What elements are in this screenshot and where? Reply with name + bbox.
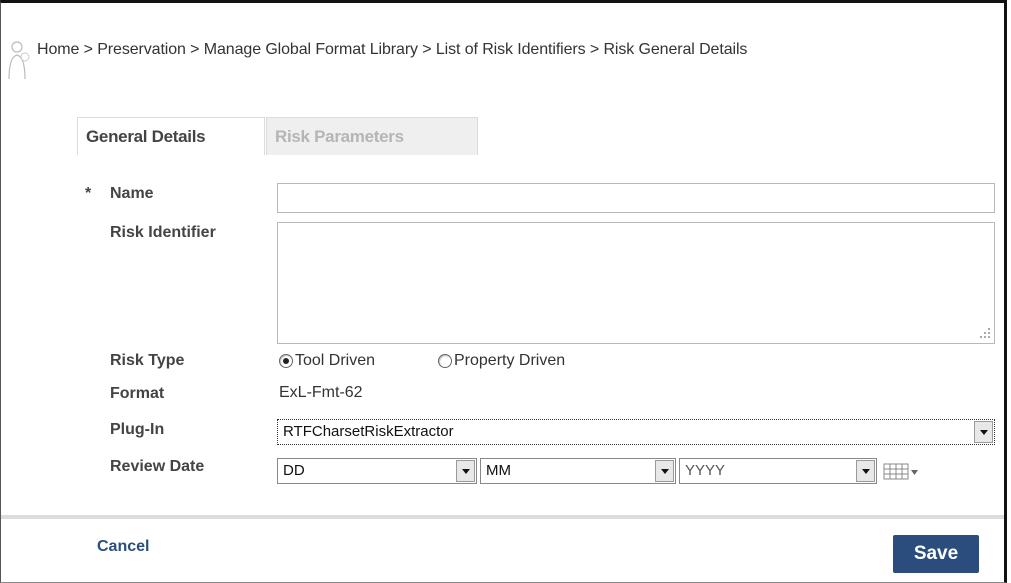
- review-day-value: DD: [283, 462, 305, 479]
- breadcrumb-bar: Home > Preservation > Manage Global Form…: [1, 3, 1004, 99]
- review-date-label: Review Date: [110, 458, 205, 475]
- review-month-value: MM: [486, 462, 511, 479]
- chevron-down-icon[interactable]: [456, 460, 475, 482]
- radio-property-driven-control[interactable]: [438, 354, 452, 368]
- plugin-select[interactable]: RTFCharsetRiskExtractor: [277, 419, 995, 445]
- required-marker: *: [85, 185, 92, 202]
- tab-general-details[interactable]: General Details: [77, 117, 265, 155]
- calendar-icon[interactable]: [883, 458, 921, 486]
- review-year-value: YYYY: [685, 462, 726, 479]
- name-label: Name: [110, 185, 154, 202]
- resize-grip-icon[interactable]: [977, 328, 991, 340]
- cancel-link[interactable]: Cancel: [97, 538, 149, 556]
- radio-property-driven[interactable]: Property Driven: [438, 350, 565, 372]
- user-icon: [8, 41, 30, 80]
- format-value: ExL-Fmt-62: [279, 384, 363, 401]
- radio-property-driven-label: Property Driven: [454, 352, 566, 369]
- risk-identifier-textarea[interactable]: [277, 222, 995, 344]
- review-month-select[interactable]: MM: [480, 458, 676, 484]
- risk-type-label: Risk Type: [110, 352, 185, 369]
- breadcrumb[interactable]: Home > Preservation > Manage Global Form…: [37, 41, 747, 59]
- risk-identifier-label: Risk Identifier: [110, 224, 216, 241]
- plugin-label: Plug-In: [110, 421, 165, 438]
- divider: [1, 515, 1004, 519]
- chevron-down-icon[interactable]: [974, 421, 993, 443]
- radio-tool-driven-label: Tool Driven: [295, 352, 376, 369]
- radio-tool-driven-control[interactable]: [279, 354, 293, 368]
- save-button[interactable]: Save: [893, 535, 979, 573]
- name-input[interactable]: [277, 183, 995, 213]
- app-frame: Home > Preservation > Manage Global Form…: [0, 0, 1007, 583]
- review-year-select[interactable]: YYYY: [679, 458, 877, 484]
- plugin-select-value: RTFCharsetRiskExtractor: [283, 423, 454, 440]
- chevron-down-icon[interactable]: [856, 460, 875, 482]
- review-day-select[interactable]: DD: [277, 458, 477, 484]
- chevron-down-icon[interactable]: [655, 460, 674, 482]
- format-label: Format: [110, 385, 165, 402]
- tab-risk-parameters[interactable]: Risk Parameters: [266, 117, 478, 155]
- radio-tool-driven[interactable]: Tool Driven: [279, 350, 375, 372]
